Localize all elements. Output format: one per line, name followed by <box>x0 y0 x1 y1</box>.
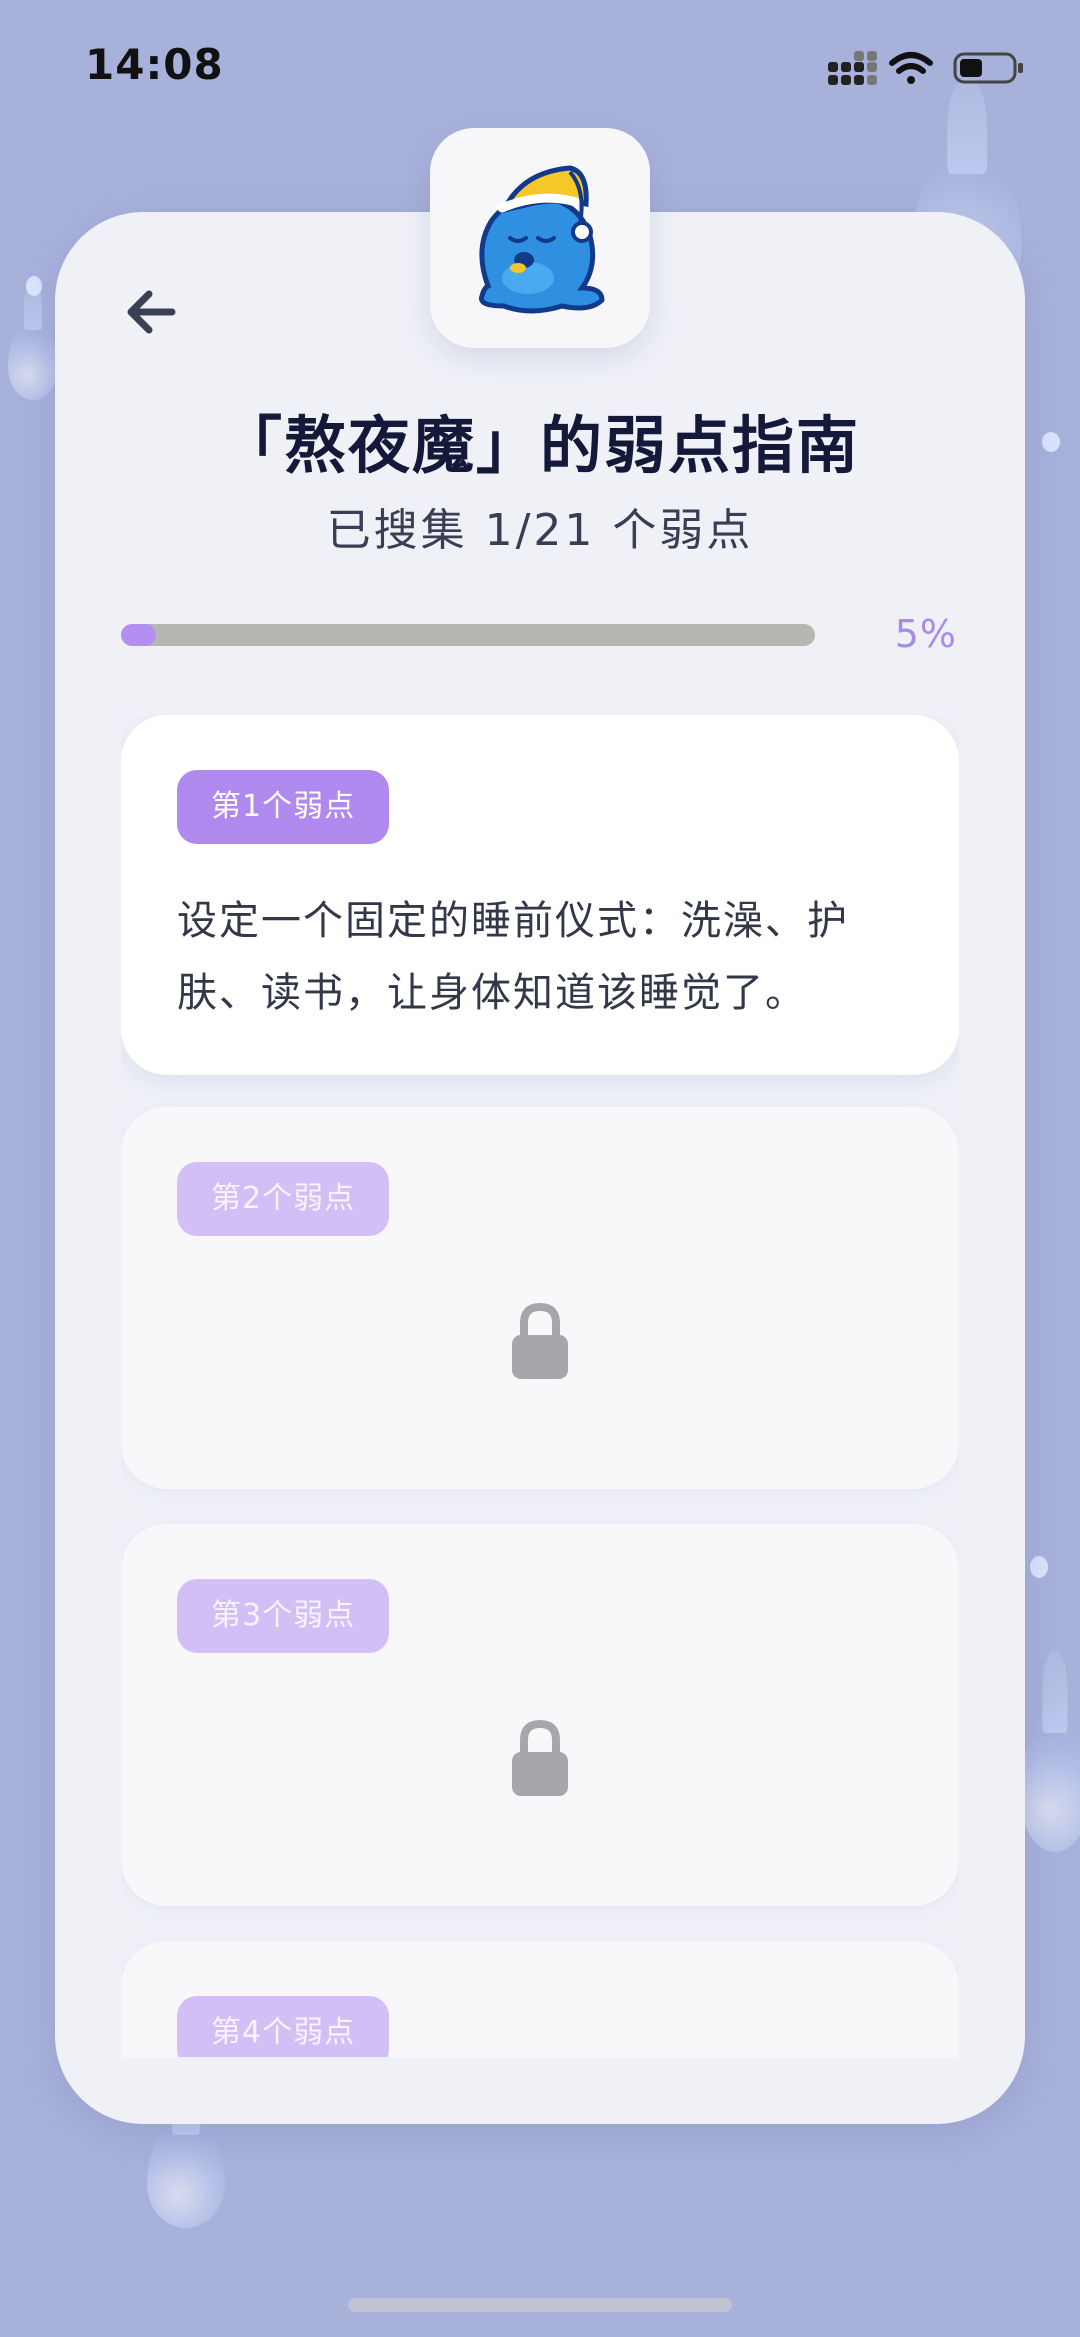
weakness-card-locked[interactable]: 第3个弱点 <box>121 1524 959 1906</box>
collection-count: 已搜集 1/21 个弱点 <box>326 505 754 556</box>
mascot-avatar <box>430 128 650 348</box>
home-indicator[interactable] <box>348 2298 732 2312</box>
status-icons <box>828 48 1028 88</box>
lock-icon <box>508 1718 572 1800</box>
weakness-badge: 第2个弱点 <box>177 1162 390 1236</box>
cellular-signal-icon <box>828 51 877 85</box>
water-drop-decoration <box>147 2118 225 2228</box>
bubble-decoration <box>1042 432 1060 452</box>
wifi-icon <box>889 52 933 84</box>
progress-percent: 5% <box>894 612 957 656</box>
page-title: 「熬夜魔」的弱点指南 <box>219 409 860 482</box>
weakness-list[interactable]: 第1个弱点 设定一个固定的睡前仪式：洗澡、护肤、读书，让身体知道该睡觉了。 第2… <box>121 715 959 2057</box>
lock-icon <box>508 1301 572 1383</box>
weakness-card-locked[interactable]: 第4个弱点 <box>121 1941 959 2057</box>
bubble-decoration <box>1030 1556 1048 1578</box>
weakness-badge: 第1个弱点 <box>177 770 390 844</box>
status-time: 14:08 <box>85 40 224 89</box>
water-drop-decoration <box>1020 1712 1080 1852</box>
weakness-guide-card: 「熬夜魔」的弱点指南 已搜集 1/21 个弱点 5% 第1个弱点 设定一个固定的… <box>55 212 1025 2124</box>
weakness-card-unlocked[interactable]: 第1个弱点 设定一个固定的睡前仪式：洗澡、护肤、读书，让身体知道该睡觉了。 <box>121 715 959 1075</box>
progress-fill <box>121 624 156 646</box>
bubble-decoration <box>26 276 42 296</box>
back-button[interactable] <box>117 277 187 347</box>
status-bar: 14:08 <box>0 0 1080 135</box>
collection-progress-bar <box>121 624 815 646</box>
battery-icon <box>953 52 1023 84</box>
weakness-text: 设定一个固定的睡前仪式：洗澡、护肤、读书，让身体知道该睡觉了。 <box>177 898 849 1016</box>
weakness-badge: 第4个弱点 <box>177 1996 390 2057</box>
water-drop-decoration <box>8 318 58 400</box>
arrow-left-icon <box>127 290 176 334</box>
weakness-badge: 第3个弱点 <box>177 1579 390 1653</box>
weakness-card-locked[interactable]: 第2个弱点 <box>121 1107 959 1489</box>
sleepy-monster-icon <box>479 165 605 314</box>
